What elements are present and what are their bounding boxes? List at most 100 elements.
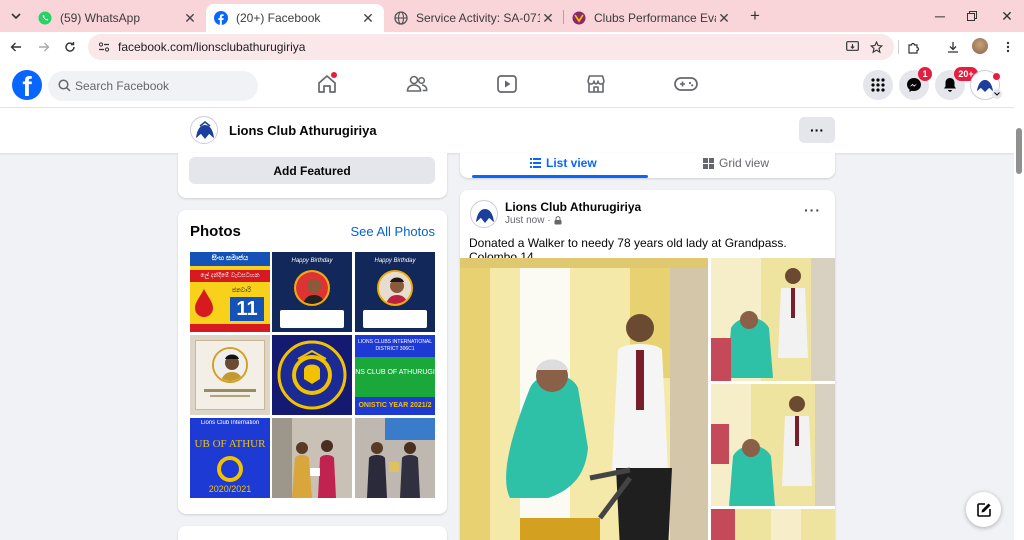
new-tab-button[interactable]: + bbox=[746, 6, 764, 25]
tab-clubs-performance[interactable]: Clubs Performance Evaluation S ✕ bbox=[564, 4, 740, 32]
close-tab-icon[interactable]: ✕ bbox=[540, 10, 556, 26]
post-timestamp[interactable]: Just now · bbox=[505, 215, 551, 226]
privacy-lock-icon bbox=[554, 216, 562, 225]
post-photo-side[interactable] bbox=[711, 258, 835, 381]
photo-thumbnail[interactable] bbox=[190, 335, 270, 415]
grid-view-label: Grid view bbox=[719, 156, 770, 170]
tab-service-activity[interactable]: Service Activity: SA-07187644 ✕ bbox=[386, 4, 564, 32]
whatsapp-icon bbox=[38, 11, 52, 25]
home-notification-dot bbox=[331, 72, 337, 78]
menu-grid-icon[interactable] bbox=[863, 70, 893, 100]
poster-date-label: ජනවාරි bbox=[232, 288, 251, 294]
banner-club-name: NS CLUB OF ATHURUGI bbox=[355, 369, 435, 376]
close-tab-icon[interactable]: ✕ bbox=[360, 10, 376, 26]
tab-facebook[interactable]: (20+) Facebook ✕ bbox=[206, 4, 384, 32]
post-photo-side[interactable] bbox=[711, 509, 835, 540]
back-icon[interactable] bbox=[6, 37, 26, 57]
photos-title: Photos bbox=[190, 223, 241, 240]
poster-top-text: Lions Club Internation bbox=[200, 420, 260, 426]
post-photo-main[interactable] bbox=[460, 258, 708, 540]
banner-header: LIONS CLUBS INTERNATIONAL DISTRICT 306C1 bbox=[355, 335, 435, 357]
toolbar-divider bbox=[898, 40, 899, 54]
photo-thumbnail[interactable] bbox=[272, 418, 352, 498]
poster-year: 2020/2021 bbox=[208, 484, 252, 494]
list-view-icon bbox=[530, 158, 541, 168]
browser-tab-strip: (59) WhatsApp ✕ (20+) Facebook ✕ Service… bbox=[0, 0, 1024, 32]
birthday-heading: Happy Birthday bbox=[374, 258, 416, 264]
add-featured-button[interactable]: Add Featured bbox=[189, 157, 435, 184]
search-placeholder: Search Facebook bbox=[75, 79, 170, 93]
page-avatar[interactable] bbox=[190, 116, 218, 144]
post-author-name[interactable]: Lions Club Athurugiriya bbox=[505, 200, 641, 214]
marketplace-icon[interactable] bbox=[584, 72, 608, 96]
address-bar[interactable]: facebook.com/lionsclubathurugiriya bbox=[88, 34, 894, 60]
photo-thumbnail[interactable]: Happy Birthday bbox=[272, 252, 352, 332]
active-tab-indicator bbox=[472, 175, 648, 178]
poster-header: සිංහ සමාජය bbox=[190, 252, 270, 266]
extensions-icon[interactable] bbox=[903, 37, 923, 57]
close-window-button[interactable]: ✕ bbox=[997, 7, 1017, 25]
next-card bbox=[178, 526, 447, 540]
close-tab-icon[interactable]: ✕ bbox=[716, 10, 732, 26]
scrollbar-thumb[interactable] bbox=[1016, 128, 1022, 174]
poster-date-number: 11 bbox=[230, 297, 264, 321]
photo-thumbnail[interactable]: Happy Birthday bbox=[355, 252, 435, 332]
banner-footer: ONISTIC YEAR 2021/2 bbox=[355, 397, 435, 415]
page-sticky-header: Lions Club Athurugiriya ··· bbox=[0, 108, 1014, 153]
gaming-icon[interactable] bbox=[674, 72, 698, 96]
close-tab-icon[interactable]: ✕ bbox=[182, 10, 198, 26]
reload-icon[interactable] bbox=[60, 37, 80, 57]
post-author-avatar[interactable] bbox=[470, 200, 498, 228]
page-more-button[interactable]: ··· bbox=[799, 117, 835, 143]
compose-icon bbox=[976, 502, 992, 518]
photo-thumbnail[interactable]: සිංහ සමාජය ලේ දන්දීමේ වැඩසටහන ජනවාරි 11 bbox=[190, 252, 270, 332]
page-name[interactable]: Lions Club Athurugiriya bbox=[229, 123, 377, 138]
forward-icon[interactable] bbox=[34, 37, 54, 57]
lions-icon bbox=[572, 11, 586, 25]
tab-search-dropdown-icon[interactable] bbox=[6, 6, 26, 26]
poster-subtitle: ලේ දන්දීමේ වැඩසටහන bbox=[190, 270, 270, 282]
birthday-heading: Happy Birthday bbox=[291, 258, 333, 264]
poster-club-name: UB OF ATHUR bbox=[194, 438, 266, 450]
restore-button[interactable] bbox=[962, 7, 982, 25]
url-text: facebook.com/lionsclubathurugiriya bbox=[118, 40, 306, 54]
install-app-icon[interactable] bbox=[842, 37, 862, 57]
photo-thumbnail[interactable]: LIONS CLUBS INTERNATIONAL DISTRICT 306C1… bbox=[355, 335, 435, 415]
view-toggle-card: List view Grid view bbox=[460, 153, 835, 178]
photo-thumbnail[interactable] bbox=[355, 418, 435, 498]
photos-grid: සිංහ සමාජය ලේ දන්දීමේ වැඩසටහන ජනවාරි 11 … bbox=[190, 252, 435, 499]
post-options-icon[interactable]: ··· bbox=[804, 202, 821, 218]
site-info-icon[interactable] bbox=[94, 37, 114, 57]
tab-grid-view[interactable]: Grid view bbox=[703, 156, 769, 170]
see-all-photos-link[interactable]: See All Photos bbox=[350, 224, 435, 239]
photo-thumbnail[interactable]: Lions Club Internation UB OF ATHUR 2020/… bbox=[190, 418, 270, 498]
minimize-button[interactable]: ─ bbox=[930, 7, 950, 25]
search-input[interactable]: Search Facebook bbox=[48, 71, 258, 101]
bookmark-star-icon[interactable] bbox=[866, 37, 886, 57]
profile-avatar[interactable] bbox=[972, 38, 988, 54]
search-icon bbox=[58, 79, 71, 92]
post-meta: Just now · bbox=[505, 215, 562, 226]
tab-title: (20+) Facebook bbox=[236, 11, 321, 25]
lions-emblem-icon bbox=[277, 340, 347, 410]
tab-title: Clubs Performance Evaluation S bbox=[594, 11, 716, 25]
photos-card: Photos See All Photos සිංහ සමාජය ලේ දන්ද… bbox=[178, 210, 447, 514]
facebook-logo-icon[interactable]: f bbox=[12, 70, 42, 100]
tab-title: Service Activity: SA-07187644 bbox=[416, 11, 540, 25]
list-view-label: List view bbox=[546, 156, 597, 170]
new-message-button[interactable] bbox=[966, 492, 1001, 527]
tab-whatsapp[interactable]: (59) WhatsApp ✕ bbox=[30, 4, 206, 32]
account-chevron-icon[interactable] bbox=[992, 89, 1002, 99]
photo-thumbnail[interactable] bbox=[272, 335, 352, 415]
tab-list-view[interactable]: List view bbox=[530, 156, 597, 170]
watch-icon[interactable] bbox=[495, 72, 519, 96]
account-notification-dot bbox=[993, 73, 1000, 80]
post-photo-side[interactable] bbox=[711, 384, 835, 506]
downloads-icon[interactable] bbox=[943, 37, 963, 57]
featured-card: Add Featured bbox=[178, 153, 447, 198]
browser-menu-icon[interactable] bbox=[998, 37, 1018, 57]
browser-toolbar: facebook.com/lionsclubathurugiriya bbox=[0, 32, 1024, 62]
tab-title: (59) WhatsApp bbox=[60, 11, 141, 25]
friends-icon[interactable] bbox=[405, 72, 429, 96]
post-card: Lions Club Athurugiriya Just now · ··· D… bbox=[460, 190, 835, 540]
